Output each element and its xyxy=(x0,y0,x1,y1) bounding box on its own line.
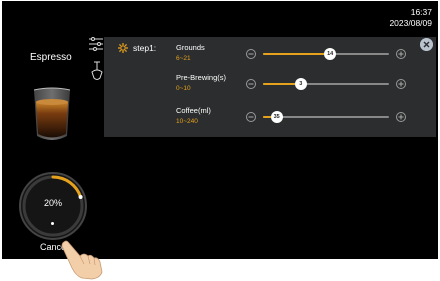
decrease-button[interactable] xyxy=(246,112,256,122)
pointing-hand-icon xyxy=(61,240,103,280)
setting-name: Pre-Brewing(s) xyxy=(176,73,227,82)
setting-range: 0~10 xyxy=(176,85,191,92)
sliders-icon[interactable] xyxy=(88,36,104,52)
slider-track[interactable] xyxy=(263,83,389,85)
increase-button[interactable] xyxy=(396,112,406,122)
slider-knob[interactable]: 35 xyxy=(270,111,283,123)
dial-percent: 20% xyxy=(43,198,62,208)
step-label: step1: xyxy=(133,43,157,53)
gear-icon xyxy=(118,43,128,53)
slider-knob[interactable]: 3 xyxy=(294,78,307,90)
setting-range: 10~240 xyxy=(176,118,198,125)
clock: 16:37 2023/08/09 xyxy=(389,7,432,29)
espresso-glass-icon xyxy=(33,87,71,140)
drink-name: Espresso xyxy=(30,52,72,63)
setting-name: Grounds xyxy=(176,43,205,52)
increase-button[interactable] xyxy=(396,49,406,59)
decrease-button[interactable] xyxy=(246,79,256,89)
slider-fill xyxy=(263,53,331,55)
dial-indicator xyxy=(51,222,54,225)
setting-name: Coffee(ml) xyxy=(176,106,211,115)
decrease-button[interactable] xyxy=(246,49,256,59)
setting-range: 6~21 xyxy=(176,55,191,62)
clock-date: 2023/08/09 xyxy=(389,18,432,28)
grinder-icon[interactable] xyxy=(89,60,105,82)
close-icon[interactable] xyxy=(420,38,433,51)
clock-time: 16:37 xyxy=(410,7,432,17)
increase-button[interactable] xyxy=(396,79,406,89)
